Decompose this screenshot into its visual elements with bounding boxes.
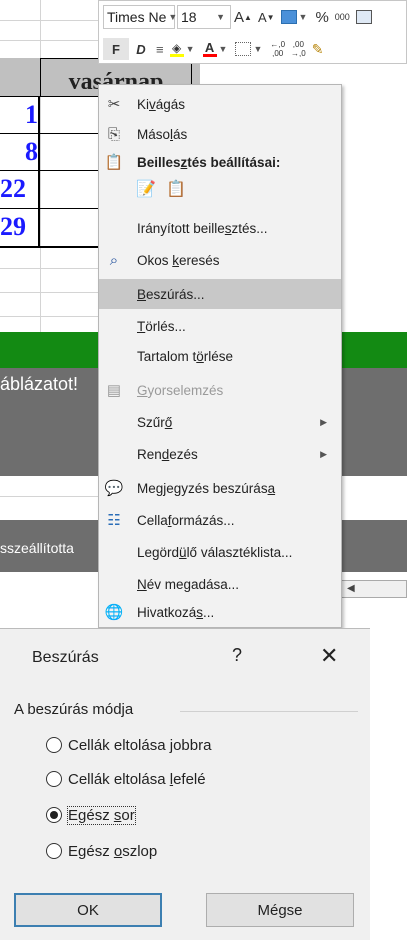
day-number[interactable]: 8 (0, 137, 38, 167)
chevron-down-icon[interactable]: ▼ (184, 44, 197, 54)
horizontal-scrollbar[interactable]: ◀ (340, 580, 407, 598)
truncated-cell-text: áblázatot! (0, 374, 79, 394)
radio-button[interactable] (46, 737, 62, 753)
cell-styles-button[interactable]: ▼ (278, 6, 313, 28)
borders-icon (235, 42, 252, 56)
table-border (0, 133, 98, 134)
menu-item-hyperlink[interactable]: 🌐 Hivatkozás... (99, 597, 341, 627)
day-number[interactable]: 29 (0, 212, 26, 242)
paintbrush-icon: ✎ (311, 40, 324, 57)
group-divider (180, 711, 358, 712)
table-border (0, 208, 98, 209)
menu-item-sort[interactable]: Rendezés ▶ (99, 439, 341, 469)
grid-line (0, 292, 98, 293)
comment-icon: 💬 (104, 480, 124, 497)
table-border (0, 246, 98, 248)
grid-line (0, 20, 98, 21)
radio-button-selected[interactable] (46, 807, 62, 823)
grid-line (40, 0, 41, 332)
mini-toolbar: Times Ne ▼ 18 ▼ A ▲ A ▼ ▼ % 000 F D ≡ ◈ ▼ (98, 0, 407, 64)
radio-button[interactable] (46, 771, 62, 787)
menu-item-copy[interactable]: ⎘ Másolás (99, 119, 341, 149)
menu-item-pick-from-list[interactable]: Legördülő választéklista... (99, 537, 341, 567)
context-menu: ✂ Kivágás ⎘ Másolás 📋 Beillesztés beállí… (98, 84, 342, 628)
scroll-left-icon[interactable]: ◀ (347, 583, 355, 594)
option-entire-row[interactable]: Egész sor (46, 803, 136, 827)
font-color-icon: A (202, 41, 217, 57)
grid-line (0, 496, 98, 497)
grow-font-button[interactable]: A ▲ (231, 6, 255, 28)
font-size-box[interactable]: 18 ▼ (177, 5, 231, 29)
menu-item-format-cells[interactable]: ☷ Cellaformázás... (99, 505, 341, 535)
menu-item-insert[interactable]: Beszúrás... (99, 279, 341, 309)
align-center-icon: ≡ (156, 41, 164, 57)
merge-cells-button[interactable] (353, 6, 375, 28)
insert-dialog: Beszúrás ? ✕ A beszúrás módja Cellák elt… (0, 628, 370, 940)
option-shift-right[interactable]: Cellák eltolása jobbra (46, 733, 211, 757)
cancel-button[interactable]: Mégse (206, 893, 354, 927)
grid-line (0, 40, 98, 41)
table-border (0, 170, 98, 171)
paste-options-row: 📝 📋 (99, 177, 341, 207)
submenu-arrow-icon: ▶ (320, 448, 327, 459)
chevron-down-icon[interactable]: ▼ (297, 12, 310, 22)
menu-item-cut[interactable]: ✂ Kivágás (99, 89, 341, 119)
day-number[interactable]: 1 (0, 100, 38, 130)
shrink-font-button[interactable]: A ▼ (255, 6, 278, 28)
close-button[interactable]: ✕ (320, 643, 338, 669)
submenu-arrow-icon: ▶ (320, 416, 327, 427)
chevron-down-icon[interactable]: ▼ (251, 44, 264, 54)
percent-style-button[interactable]: % (312, 6, 331, 28)
cell-styles-icon (280, 10, 297, 24)
menu-item-filter[interactable]: Szűrő ▶ (99, 407, 341, 437)
font-size-value: 18 (181, 9, 197, 25)
paste-formatting-icon[interactable]: 📝 (135, 177, 157, 201)
font-name-value: Times Ne (107, 9, 167, 25)
format-cells-icon: ☷ (107, 512, 121, 529)
menu-item-clear-contents[interactable]: Tartalom törlése (99, 341, 341, 371)
menu-item-insert-comment[interactable]: 💬 Megjegyzés beszúrása (99, 473, 341, 503)
italic-button[interactable]: D (129, 38, 153, 60)
truncated-footer-text: sszeállította (0, 540, 74, 556)
dialog-title: Beszúrás (32, 649, 99, 666)
globe-link-icon: 🌐 (104, 604, 124, 621)
chevron-down-icon[interactable]: ▼ (214, 12, 227, 22)
day-number[interactable]: 22 (0, 174, 26, 204)
menu-item-paste-special[interactable]: Irányított beillesztés... (99, 213, 341, 243)
help-button[interactable]: ? (232, 645, 242, 666)
menu-item-define-name[interactable]: Név megadása... (99, 569, 341, 599)
clipboard-icon: 📋 (104, 154, 124, 171)
scissors-icon: ✂ (107, 96, 121, 113)
search-icon: ⌕ (109, 251, 119, 269)
menu-item-delete[interactable]: Törlés... (99, 311, 341, 341)
option-entire-column[interactable]: Egész oszlop (46, 839, 157, 863)
menu-header-paste-options: 📋 Beillesztés beállításai: (104, 154, 281, 171)
quick-analysis-icon: ▤ (106, 382, 122, 399)
bold-button[interactable]: F (103, 38, 129, 60)
merge-cells-icon (355, 10, 372, 24)
font-name-box[interactable]: Times Ne ▼ (103, 5, 177, 29)
increase-decimal-button[interactable]: ←,0,00 (267, 38, 288, 60)
group-label: A beszúrás módja (14, 701, 140, 718)
menu-item-quick-analysis: ▤ Gyorselemzés (106, 382, 224, 399)
decrease-decimal-button[interactable]: ,00 →,0 (288, 38, 309, 60)
fill-color-button[interactable]: ◈ ▼ (167, 38, 200, 60)
table-border (38, 96, 40, 246)
ok-button[interactable]: OK (14, 893, 162, 927)
paste-icon[interactable]: 📋 (165, 177, 187, 201)
grid-line (0, 268, 98, 269)
menu-item-smart-lookup[interactable]: ⌕ Okos keresés (99, 245, 341, 275)
radio-button[interactable] (46, 843, 62, 859)
option-shift-down[interactable]: Cellák eltolása lefelé (46, 767, 206, 791)
borders-button[interactable]: ▼ (232, 38, 267, 60)
font-color-button[interactable]: A ▼ (200, 38, 233, 60)
format-painter-button[interactable]: ✎ (309, 38, 327, 60)
align-center-button[interactable]: ≡ (153, 38, 167, 60)
chevron-down-icon[interactable]: ▼ (217, 44, 230, 54)
thousands-separator-button[interactable]: 000 (332, 6, 353, 28)
grid-line (0, 316, 98, 317)
copy-icon: ⎘ (107, 125, 120, 143)
paint-bucket-icon: ◈ (169, 42, 184, 57)
